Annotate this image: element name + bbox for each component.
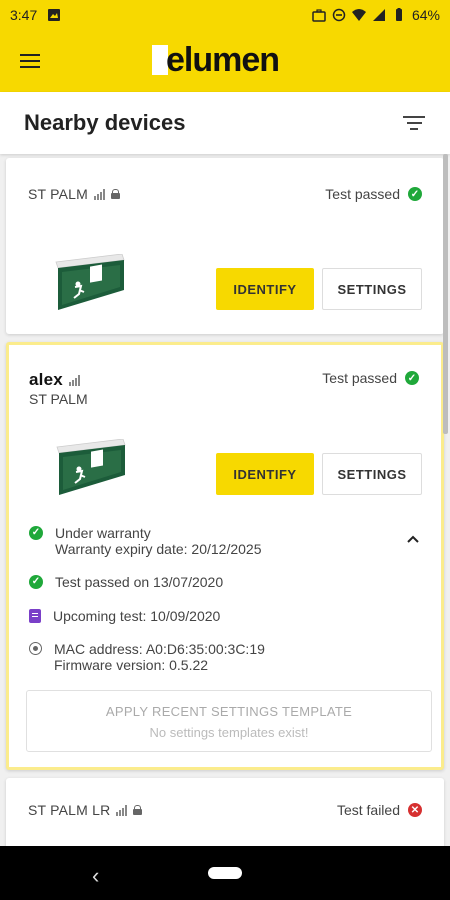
settings-button[interactable]: SETTINGS: [322, 268, 422, 310]
signal-icon: [116, 804, 128, 816]
check-circle-icon: ✓: [29, 575, 43, 589]
elumen-logo: elumen: [152, 41, 280, 79]
scrollbar[interactable]: [443, 154, 448, 434]
upcoming-test-date: Upcoming test: 10/09/2020: [53, 608, 221, 624]
device-name-row: ST PALM: [28, 186, 121, 202]
device-name: alex: [29, 370, 63, 389]
calendar-icon: [29, 609, 41, 623]
page-title: Nearby devices: [24, 110, 186, 135]
device-card[interactable]: ST PALM LR Test failed ✕: [6, 778, 444, 846]
firmware-version: Firmware version: 0.5.22: [54, 657, 209, 673]
image-notification-icon: [48, 9, 61, 21]
home-pill[interactable]: [208, 867, 242, 879]
warranty-expiry: Warranty expiry date: 20/12/2025: [55, 541, 262, 557]
warranty-status: Under warranty: [55, 525, 151, 541]
device-list: ST PALM Test passed ✓ IDENTIFY SETTINGS …: [0, 154, 450, 846]
test-status: Test passed ✓: [322, 370, 419, 386]
chevron-up-icon[interactable]: [407, 533, 419, 545]
filter-icon[interactable]: [402, 113, 426, 133]
test-status-label: Test passed: [325, 186, 400, 202]
system-nav-bar: ‹: [0, 846, 450, 900]
test-passed-date: Test passed on 13/07/2020: [55, 574, 224, 590]
test-status: Test failed ✕: [337, 802, 422, 818]
device-name-row: ST PALM LR: [28, 802, 143, 818]
template-empty-message: No settings templates exist!: [149, 725, 309, 740]
lock-icon: [111, 189, 121, 199]
apply-template-button[interactable]: APPLY RECENT SETTINGS TEMPLATE No settin…: [26, 690, 432, 752]
page-header: Nearby devices: [0, 92, 450, 154]
upcoming-test-row: Upcoming test: 10/09/2020: [29, 608, 220, 624]
check-circle-icon: ✓: [405, 371, 419, 385]
menu-icon[interactable]: [0, 30, 60, 92]
device-card[interactable]: ST PALM Test passed ✓ IDENTIFY SETTINGS: [6, 158, 444, 334]
test-status: Test passed ✓: [325, 186, 422, 202]
lock-icon: [133, 805, 143, 815]
status-bar: 3:47 64%: [0, 0, 450, 30]
device-name: ST PALM: [28, 186, 89, 202]
briefcase-icon: [312, 9, 326, 22]
device-name-row: alex: [29, 370, 80, 390]
warranty-row: ✓ Under warranty Warranty expiry date: 2…: [29, 525, 262, 557]
template-title: APPLY RECENT SETTINGS TEMPLATE: [105, 704, 353, 719]
exit-sign-image: [55, 254, 125, 310]
logo-text: elumen: [166, 41, 280, 79]
settings-button[interactable]: SETTINGS: [322, 453, 422, 495]
back-icon[interactable]: ‹: [92, 863, 99, 889]
test-status-label: Test passed: [322, 370, 397, 386]
last-test-row: ✓ Test passed on 13/07/2020: [29, 574, 223, 590]
app-bar: elumen: [0, 30, 450, 92]
mac-address: MAC address: A0:D6:35:00:3C:19: [54, 641, 265, 657]
wifi-icon: [351, 9, 366, 21]
cell-signal-icon: [372, 9, 385, 21]
identify-button[interactable]: IDENTIFY: [216, 268, 314, 310]
error-circle-icon: ✕: [408, 803, 422, 817]
chip-icon: [29, 642, 42, 655]
battery-percent: 64%: [411, 7, 440, 23]
device-name: ST PALM LR: [28, 802, 111, 818]
signal-icon: [94, 188, 106, 200]
exit-sign-image: [56, 439, 126, 495]
device-info-row: MAC address: A0:D6:35:00:3C:19 Firmware …: [29, 641, 265, 673]
device-card-expanded[interactable]: alex ST PALM Test passed ✓ IDENTIFY SETT…: [6, 342, 444, 770]
check-circle-icon: ✓: [408, 187, 422, 201]
do-not-disturb-icon: [332, 8, 346, 22]
signal-icon: [68, 374, 80, 386]
battery-icon: [395, 8, 402, 21]
check-circle-icon: ✓: [29, 526, 43, 540]
status-time: 3:47: [10, 7, 38, 23]
device-location: ST PALM: [29, 391, 88, 407]
test-status-label: Test failed: [336, 802, 400, 818]
identify-button[interactable]: IDENTIFY: [216, 453, 314, 495]
